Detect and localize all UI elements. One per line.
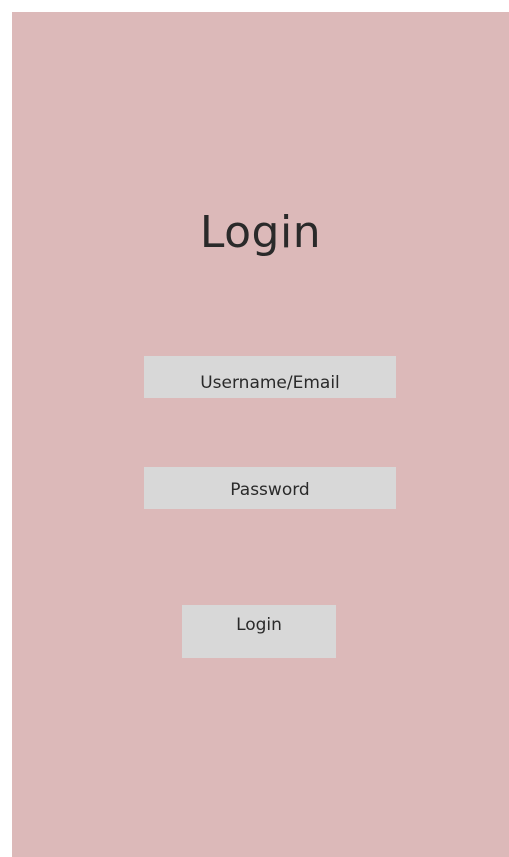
password-field[interactable]: Password — [144, 467, 396, 509]
page-title: Login — [199, 207, 322, 258]
username-email-field[interactable]: Username/Email — [144, 356, 396, 398]
login-button[interactable]: Login — [182, 605, 336, 658]
login-screen: Login Username/Email Password Login — [12, 12, 509, 857]
